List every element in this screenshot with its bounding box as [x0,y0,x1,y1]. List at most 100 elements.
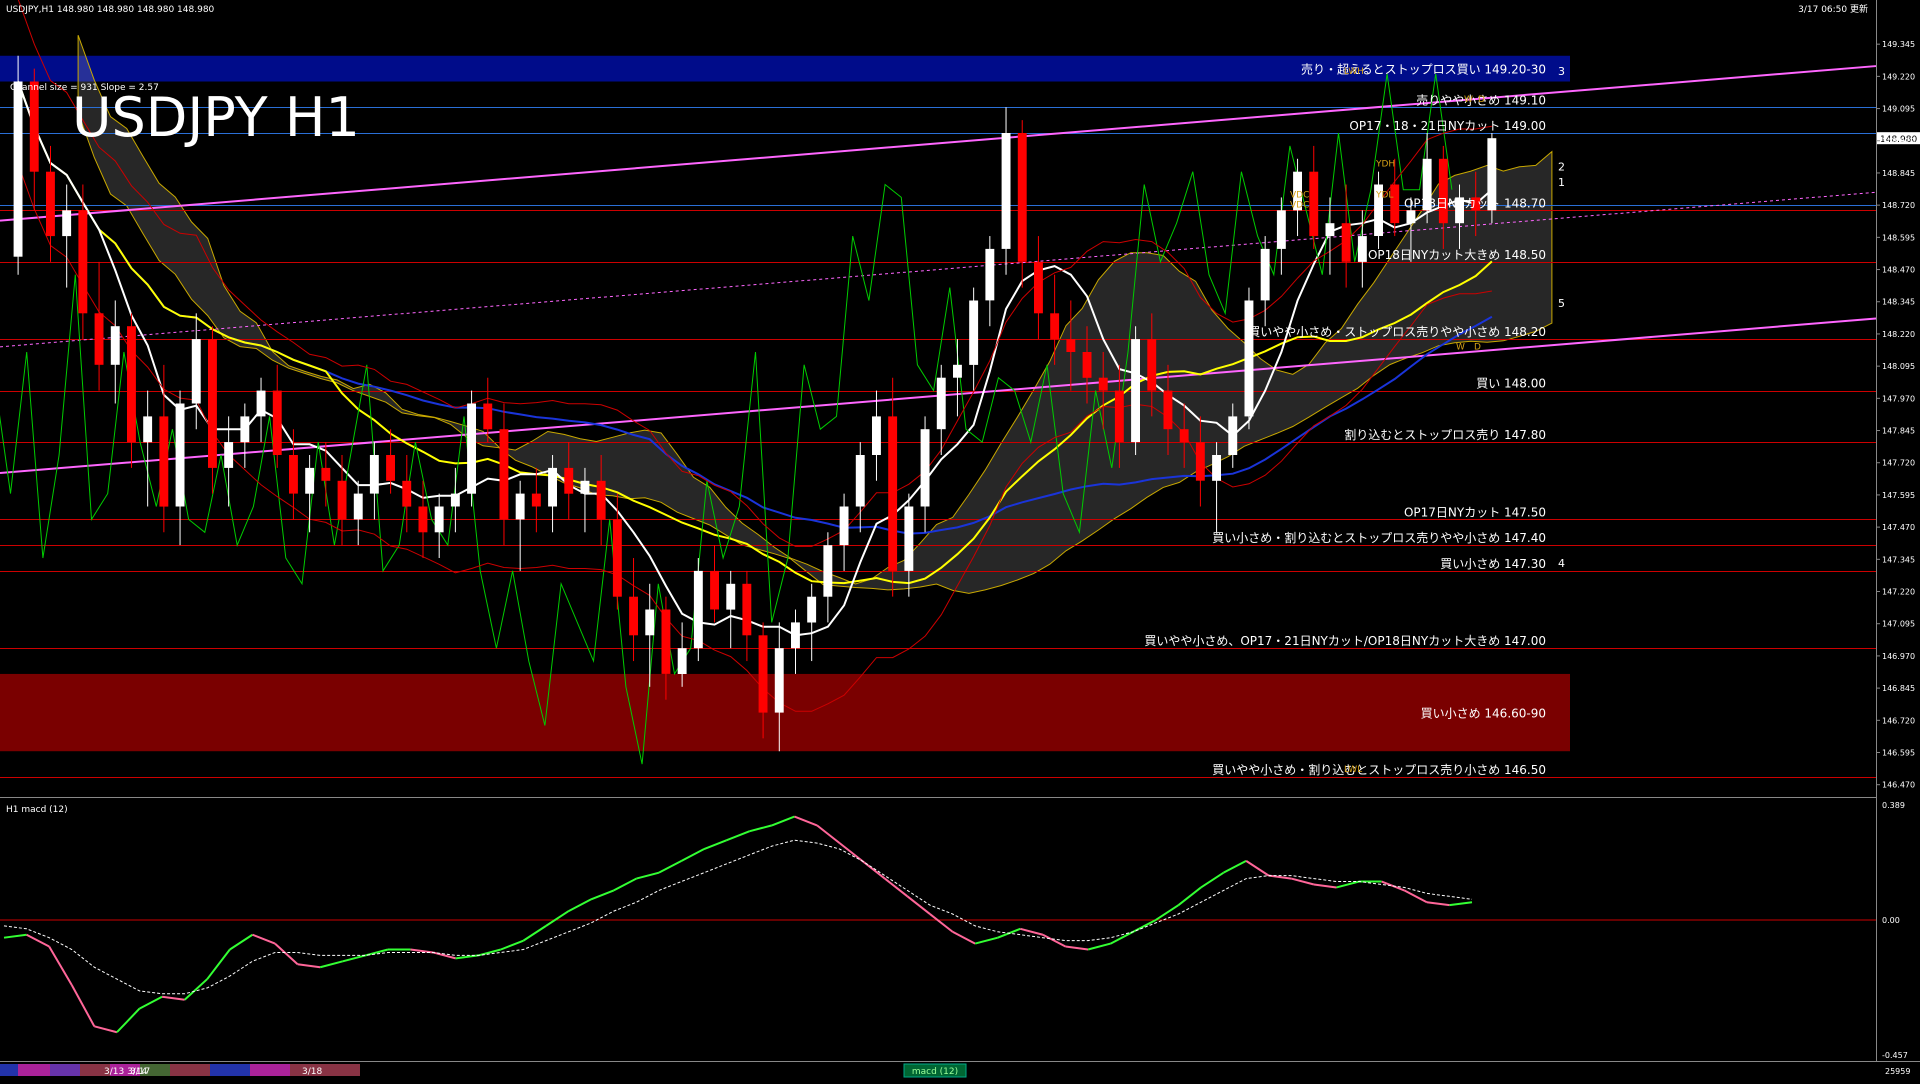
candle-body [175,403,185,507]
box-label: LWH [1344,67,1364,77]
candle-body [62,210,72,237]
candle-body [1260,248,1270,301]
candle-body [531,493,541,507]
candle-body [596,480,606,520]
candle-body [1309,171,1319,237]
level-zone [0,673,1570,752]
candle-body [483,403,493,430]
timeframe-cell[interactable] [50,1064,80,1076]
candle-body [289,455,298,494]
chart-window[interactable]: 売り・超えるとストップロス買い 149.20-30 買い小さめ 146.60-90… [0,0,1920,1080]
date-label: 3/17 [130,1067,150,1077]
candle-body [224,442,234,468]
price-tick-label: 148.470 [1882,266,1915,275]
candle-body [127,326,136,443]
candle-body [855,455,865,507]
timeframe-cell[interactable] [250,1064,290,1076]
candle-body [1357,236,1367,262]
timeframe-cell[interactable] [18,1064,50,1076]
candle-body [985,248,995,301]
candle-body [969,300,979,365]
price-tick-label: 148.345 [1882,298,1915,307]
price-level-label: 割り込むとストップロス売り 147.80 [1344,427,1546,442]
timeframe-cell[interactable] [0,1064,18,1076]
price-tick-label: 149.095 [1882,105,1915,114]
symbol-info: USDJPY,H1 148.980 148.980 148.980 148.98… [6,5,215,15]
candle-body [418,506,428,533]
candle-body [515,493,525,520]
box-label: VDC [1290,190,1309,200]
price-tick-label: 147.345 [1882,555,1915,564]
chart-canvas[interactable]: 売り・超えるとストップロス買い 149.20-30 買い小さめ 146.60-90… [0,0,1920,1080]
price-level-label: 買い 148.00 [1476,377,1546,391]
candle-body [953,364,962,378]
timeframe-cell[interactable] [210,1064,250,1076]
fib-label: 1 [1558,176,1565,189]
price-tick-label: 147.220 [1882,588,1915,597]
price-level-label: 買いやや小さめ、OP17・21日NYカット/OP18日NYカット大きめ 147.… [1144,634,1546,648]
candle-body [920,429,930,507]
box-label: W [1456,342,1465,352]
candle-body [564,467,574,494]
box-label: W [1464,95,1473,105]
candle-body [305,467,315,494]
box-label: YDH [1375,160,1395,170]
candle-body [1325,223,1335,237]
candle-body [1066,339,1076,352]
candle-body [1406,210,1416,224]
candle-body [256,390,266,417]
price-tick-label: 147.845 [1882,427,1915,436]
candle-body [321,467,331,481]
candle-body [1195,442,1205,481]
candle-body [645,609,655,636]
candle-body [353,493,363,520]
candle-body [467,403,476,494]
candle-body [807,596,817,623]
price-level-label: 買いやや小さめ・割り込むとストップロス売り小さめ 146.50 [1212,762,1546,777]
candle-body [839,506,849,546]
macd-tick-label: 0.389 [1882,801,1905,810]
candle-body [888,416,898,571]
indicator-tab-label: macd (12) [912,1067,958,1077]
price-level-label: OP17・18・21日NYカット 149.00 [1349,119,1546,133]
price-tick-label: 148.095 [1882,362,1915,371]
price-tick-label: 147.470 [1882,523,1915,532]
macd-tick-label: -0.457 [1882,1051,1908,1060]
box-label: YDL [1375,190,1393,200]
date-label: 3/18 [302,1067,322,1077]
candle-body [191,339,201,404]
price-tick-label: 149.345 [1882,40,1915,49]
candle-body [742,583,752,636]
candle-body [1098,377,1108,391]
candle-body [1001,133,1011,249]
price-level-label: 買い小さめ 147.30 [1440,557,1546,571]
candle-body [758,635,768,713]
box-label: D [1478,95,1485,105]
price-tick-label: 148.720 [1882,201,1915,210]
bar-counter: 25959 [1885,1067,1910,1076]
candle-body [1341,223,1351,262]
price-tick-label: 147.095 [1882,620,1915,629]
candle-body [726,583,736,610]
price-level-label: OP17日NYカット 147.50 [1404,505,1546,519]
box-label: LWL [1344,765,1362,775]
candle-body [434,506,444,533]
timeframe-cell[interactable] [170,1064,210,1076]
candle-body [337,480,347,520]
candle-body [499,429,509,520]
candle-body [677,648,687,674]
candle-body [1147,339,1157,391]
fib-label: 2 [1558,161,1565,174]
timeframe-cell[interactable] [290,1064,360,1076]
price-tick-label: 147.720 [1882,459,1915,468]
candle-body [29,81,39,172]
candle-body [661,609,671,674]
macd-tick-label: 0.00 [1882,916,1900,925]
candle-body [1179,429,1189,443]
candle-body [936,377,946,430]
candle-body [1244,300,1254,417]
price-tick-label: 147.970 [1882,394,1915,403]
candle-body [1017,133,1027,262]
price-tick-label: 148.845 [1882,169,1915,178]
macd-title: H1 macd (12) [6,805,68,815]
